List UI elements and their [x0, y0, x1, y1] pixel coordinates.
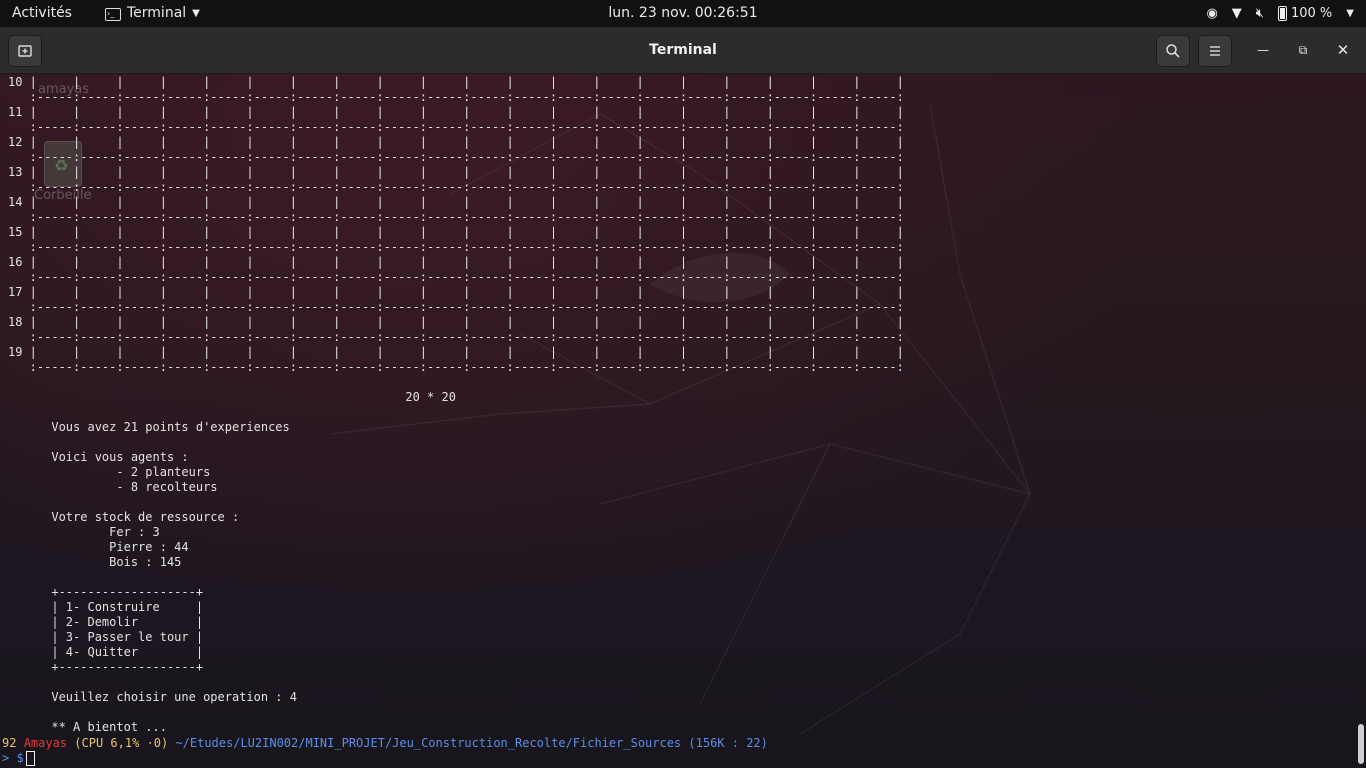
hamburger-menu-button[interactable] — [1198, 35, 1232, 67]
board-row: 16 | | | | | | | | | | | | | | | | | | |… — [8, 255, 904, 269]
close-button[interactable]: ✕ — [1333, 40, 1353, 60]
board-row-number: 19 — [8, 345, 23, 359]
agent-recolteurs: - 8 recolteurs — [8, 480, 218, 494]
maximize-button[interactable]: ⧉ — [1293, 40, 1313, 60]
prompt-number: 92 — [2, 736, 17, 750]
menu-box-top: +-------------------+ — [8, 585, 204, 599]
board-row-separator: :-----:-----:-----:-----:-----:-----:---… — [29, 240, 904, 254]
board-row: 11 | | | | | | | | | | | | | | | | | | |… — [8, 105, 904, 119]
clock[interactable]: lun. 23 nov. 00:26:51 — [0, 0, 1366, 27]
board-row: 15 | | | | | | | | | | | | | | | | | | |… — [8, 225, 904, 239]
minimize-button[interactable]: — — [1253, 40, 1273, 60]
board-row: 14 | | | | | | | | | | | | | | | | | | |… — [8, 195, 904, 209]
stock-bois: Bois : 145 — [8, 555, 182, 569]
board-size-label: 20 * 20 — [8, 390, 456, 404]
tray-chevron-down-icon: ▼ — [1346, 8, 1354, 19]
agents-title: Voici vous agents : — [8, 450, 189, 464]
board-row-separator: :-----:-----:-----:-----:-----:-----:---… — [29, 210, 904, 224]
board-row-separator: :-----:-----:-----:-----:-----:-----:---… — [29, 360, 904, 374]
prompt-user: Amayas — [23, 736, 68, 750]
board-row-separator: :-----:-----:-----:-----:-----:-----:---… — [29, 300, 904, 314]
board-row-separator: :-----:-----:-----:-----:-----:-----:---… — [29, 270, 904, 284]
volume-muted-icon: 🔇︎ — [1255, 6, 1264, 21]
board-row-number: 11 — [8, 105, 23, 119]
minimize-icon: — — [1257, 43, 1269, 57]
close-icon: ✕ — [1336, 41, 1350, 59]
board-row-separator: :-----:-----:-----:-----:-----:-----:---… — [29, 120, 904, 134]
board-row-number: 18 — [8, 315, 23, 329]
menu-item-passer: | 3- Passer le tour | — [8, 630, 204, 644]
board-row-number: 12 — [8, 135, 23, 149]
board-row: 18 | | | | | | | | | | | | | | | | | | |… — [8, 315, 904, 329]
stock-title: Votre stock de ressource : — [8, 510, 240, 524]
board-row-number: 16 — [8, 255, 23, 269]
scrollbar-thumb[interactable] — [1358, 724, 1364, 764]
game-board: 10 | | | | | | | | | | | | | | | | | | |… — [8, 75, 904, 375]
battery-icon — [1277, 6, 1287, 21]
restore-icon: ⧉ — [1298, 43, 1308, 57]
prompt-path: ~/Etudes/LU2IN002/MINI_PROJET/Jeu_Constr… — [175, 736, 682, 750]
game-output: 20 * 20 Vous avez 21 points d'experience… — [8, 390, 456, 735]
shell-prompt[interactable]: 92 Amayas (CPU 6,1% ⋅0) ~/Etudes/LU2IN00… — [2, 736, 768, 766]
board-row-number: 14 — [8, 195, 23, 209]
board-row: 17 | | | | | | | | | | | | | | | | | | |… — [8, 285, 904, 299]
hamburger-icon — [1210, 46, 1220, 56]
board-row: 13 | | | | | | | | | | | | | | | | | | |… — [8, 165, 904, 179]
experience-text: Vous avez 21 points d'experiences — [8, 420, 290, 434]
menu-item-construire: | 1- Construire | — [8, 600, 204, 614]
board-row-separator: :-----:-----:-----:-----:-----:-----:---… — [29, 150, 904, 164]
board-row-number: 13 — [8, 165, 23, 179]
board-row-separator: :-----:-----:-----:-----:-----:-----:---… — [29, 180, 904, 194]
text-cursor[interactable] — [25, 751, 35, 766]
stock-pierre: Pierre : 44 — [8, 540, 189, 554]
search-icon — [1166, 44, 1180, 58]
board-row: 19 | | | | | | | | | | | | | | | | | | |… — [8, 345, 904, 359]
top-bar: Activités Terminal ▼ lun. 23 nov. 00:26:… — [0, 0, 1366, 27]
prompt-cpu: (CPU 6,1% ⋅0) — [74, 736, 169, 750]
board-row: 10 | | | | | | | | | | | | | | | | | | |… — [8, 75, 904, 89]
battery-indicator: 100 % — [1277, 0, 1333, 27]
menu-item-quitter: | 4- Quitter | — [8, 645, 204, 659]
menu-item-demolir: | 2- Demolir | — [8, 615, 204, 629]
board-row-number: 15 — [8, 225, 23, 239]
board-row-separator: :-----:-----:-----:-----:-----:-----:---… — [29, 90, 904, 104]
terminal-view[interactable]: amayas Corbeille 10 | | | | | | | | | | … — [0, 74, 1366, 768]
board-row-number: 10 — [8, 75, 23, 89]
search-button[interactable] — [1156, 35, 1190, 67]
system-tray[interactable]: ◉ ▼ 🔇︎ 100 % ▼ — [1206, 0, 1354, 27]
discord-icon[interactable]: ◉ — [1206, 0, 1217, 27]
agent-planteurs: - 2 planteurs — [8, 465, 211, 479]
window-headerbar: Terminal — ⧉ ✕ — [0, 27, 1366, 74]
stock-fer: Fer : 3 — [8, 525, 160, 539]
board-row-number: 17 — [8, 285, 23, 299]
goodbye-text: ** A bientot ... — [8, 720, 167, 734]
board-row: 12 | | | | | | | | | | | | | | | | | | |… — [8, 135, 904, 149]
prompt-input-prefix: > $ — [2, 751, 24, 765]
choice-prompt: Veuillez choisir une operation : 4 — [8, 690, 297, 704]
prompt-size-info: (156K : 22) — [688, 736, 768, 750]
menu-box-bottom: +-------------------+ — [8, 660, 204, 674]
wifi-icon: ▼ — [1231, 6, 1242, 21]
battery-percent: 100 % — [1290, 6, 1333, 21]
board-row-separator: :-----:-----:-----:-----:-----:-----:---… — [29, 330, 904, 344]
